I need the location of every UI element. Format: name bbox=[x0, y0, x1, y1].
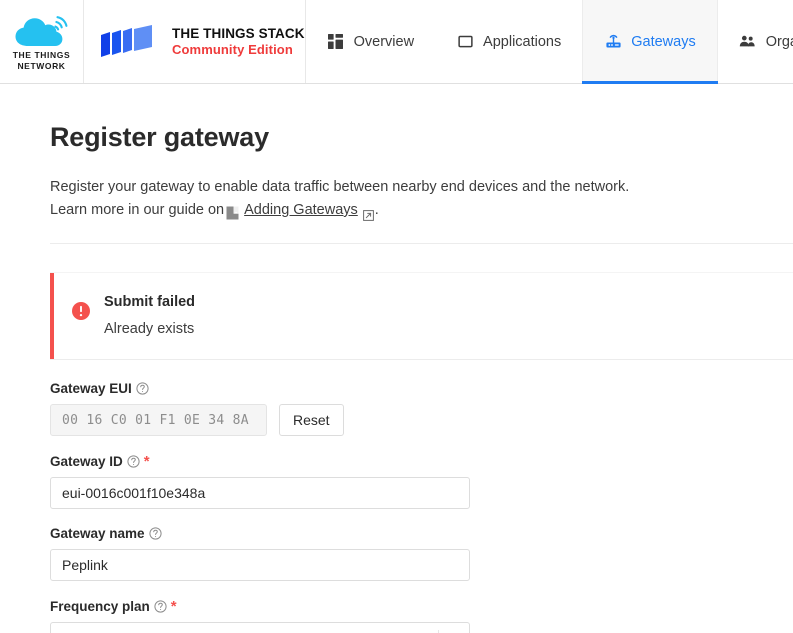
nav-item-applications[interactable]: Applications bbox=[435, 0, 582, 83]
ttn-logo-line1: THE THINGS bbox=[12, 49, 71, 60]
field-gateway-id-label-text: Gateway ID bbox=[50, 454, 123, 469]
page-body: Register gateway Register your gateway t… bbox=[0, 122, 793, 633]
section-divider bbox=[50, 243, 793, 244]
field-gateway-eui: Gateway EUI 00 16 C0 01 F1 0E 34 8A Rese… bbox=[50, 381, 793, 436]
field-gateway-name-label-text: Gateway name bbox=[50, 526, 145, 541]
page-description-prefix: Learn more in our guide on bbox=[50, 202, 225, 218]
question-circle-icon[interactable] bbox=[154, 600, 167, 613]
field-frequency-plan: Frequency plan * Asia 920-923 MHz (AS923… bbox=[50, 599, 793, 633]
nav-item-overview-label: Overview bbox=[353, 33, 415, 50]
gateway-name-input[interactable]: Peplink bbox=[50, 549, 470, 581]
error-exclamation-icon bbox=[72, 302, 90, 320]
nav-item-overview[interactable]: Overview bbox=[306, 0, 435, 83]
nav-item-gateways[interactable]: Gateways bbox=[582, 0, 719, 84]
field-gateway-id: Gateway ID * eui-0016c001f10e348a bbox=[50, 454, 793, 509]
field-frequency-plan-label: Frequency plan * bbox=[50, 597, 793, 615]
notification-title: Submit failed bbox=[104, 294, 196, 310]
required-marker: * bbox=[170, 597, 177, 615]
required-marker: * bbox=[143, 452, 150, 470]
field-frequency-plan-label-text: Frequency plan bbox=[50, 599, 150, 614]
stack-icon bbox=[98, 22, 162, 62]
question-circle-icon[interactable] bbox=[136, 382, 149, 395]
ttn-logo[interactable]: THE THINGS NETWORK bbox=[0, 0, 84, 83]
field-gateway-eui-label: Gateway EUI bbox=[50, 381, 793, 396]
page-description: Register your gateway to enable data tra… bbox=[50, 176, 769, 222]
field-gateway-name-label: Gateway name bbox=[50, 526, 793, 541]
ttn-logo-line2: NETWORK bbox=[17, 60, 66, 71]
square-icon bbox=[456, 33, 474, 51]
question-circle-icon[interactable] bbox=[148, 527, 162, 540]
people-group-icon bbox=[739, 33, 757, 51]
field-gateway-id-label: Gateway ID * bbox=[50, 452, 793, 470]
nav-item-organizations[interactable]: Organizations bbox=[718, 0, 793, 83]
reset-button[interactable]: Reset bbox=[279, 404, 344, 436]
field-gateway-eui-label-text: Gateway EUI bbox=[50, 381, 132, 396]
field-gateway-name: Gateway name Peplink bbox=[50, 526, 793, 581]
page-description-line1: Register your gateway to enable data tra… bbox=[50, 179, 630, 195]
gateway-eui-input[interactable]: 00 16 C0 01 F1 0E 34 8A bbox=[50, 404, 267, 436]
page-description-suffix: . bbox=[374, 202, 379, 218]
gateway-id-input[interactable]: eui-0016c001f10e348a bbox=[50, 477, 470, 509]
app-header: THE THINGS NETWORK THE THINGS STACK Comm… bbox=[0, 0, 793, 84]
register-gateway-form: Gateway EUI 00 16 C0 01 F1 0E 34 8A Rese… bbox=[0, 381, 793, 633]
things-stack-logo[interactable]: THE THINGS STACK Community Edition bbox=[84, 0, 306, 83]
question-circle-icon[interactable] bbox=[127, 455, 140, 468]
external-link-icon bbox=[362, 206, 374, 221]
page-title: Register gateway bbox=[50, 122, 269, 152]
nav-item-gateways-label: Gateways bbox=[631, 33, 696, 50]
frequency-plan-select[interactable]: Asia 920-923 MHz (AS923 Group 2) with on… bbox=[50, 622, 470, 633]
stack-logo-line1: THE THINGS STACK bbox=[172, 25, 305, 41]
submit-failed-notification: Submit failed Already exists bbox=[50, 272, 793, 360]
page-description-line2: Learn more in our guide on Adding Gatewa… bbox=[50, 199, 769, 222]
book-icon bbox=[226, 205, 239, 219]
main-nav: Overview Applications Gateways Org bbox=[306, 0, 793, 84]
nav-item-applications-label: Applications bbox=[483, 33, 562, 50]
gateway-eui-row: 00 16 C0 01 F1 0E 34 8A Reset bbox=[50, 404, 793, 436]
adding-gateways-link[interactable]: Adding Gateways bbox=[244, 199, 358, 222]
router-icon bbox=[604, 33, 622, 51]
stack-logo-line2: Community Edition bbox=[172, 41, 293, 57]
nav-item-organizations-label: Organizations bbox=[765, 33, 793, 50]
cloud-icon bbox=[14, 15, 70, 49]
notification-message: Already exists bbox=[104, 321, 195, 337]
grid-icon bbox=[327, 33, 345, 51]
notification-wrap: Submit failed Already exists bbox=[0, 272, 793, 360]
